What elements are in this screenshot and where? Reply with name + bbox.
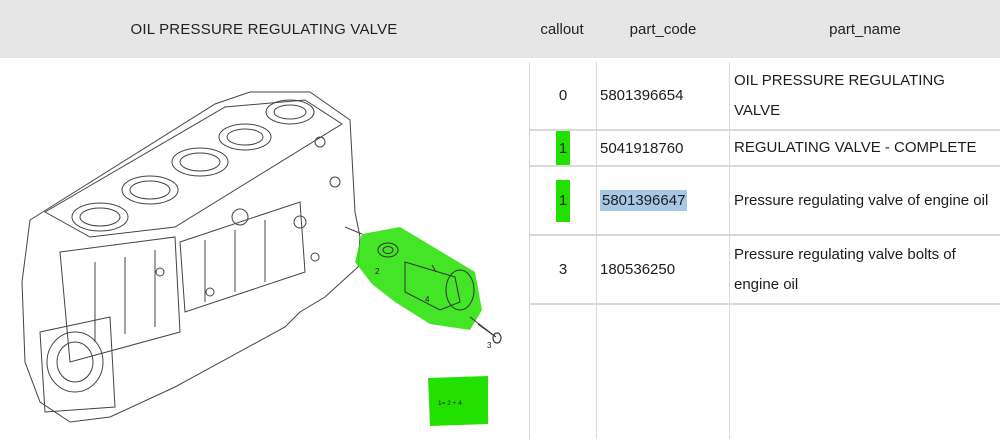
callout-highlight: 1 [556, 179, 570, 222]
assembly-legend: 1= 2 + 4 [438, 400, 462, 407]
parts-table: 0 5801396654 OIL PRESSURE REGULATING VAL… [529, 62, 1000, 439]
cell-part-code[interactable]: 5801396654 [597, 62, 730, 129]
callout-label-4[interactable]: 4 [425, 295, 430, 304]
page-title: OIL PRESSURE REGULATING VALVE [130, 20, 398, 38]
cell-part-code[interactable]: 5041918760 [597, 131, 730, 165]
table-row[interactable]: 0 5801396654 OIL PRESSURE REGULATING VAL… [530, 62, 1000, 131]
callout-label-3[interactable]: 3 [487, 341, 492, 350]
cell-part-code[interactable]: 5801396647 [597, 167, 730, 234]
table-row[interactable]: 3 180536250 Pressure regulating valve bo… [530, 236, 1000, 305]
table-row[interactable]: 1 5801396647 Pressure regulating valve o… [530, 167, 1000, 236]
cell-part-name: REGULATING VALVE - COMPLETE [734, 139, 977, 156]
callout-highlight: 1 [556, 131, 570, 165]
callout-label-2[interactable]: 2 [375, 267, 380, 276]
column-header-part-name[interactable]: part_name [730, 0, 1000, 58]
cell-callout: 3 [530, 236, 597, 303]
cell-part-name: Pressure regulating valve bolts of engin… [734, 245, 956, 293]
table-row[interactable]: 1 5041918760 REGULATING VALVE - COMPLETE [530, 131, 1000, 167]
cell-part-name: OIL PRESSURE REGULATING VALVE [734, 71, 945, 119]
selected-part-code[interactable]: 5801396647 [600, 190, 688, 211]
exploded-diagram[interactable]: 2 4 3 1= 2 + 4 [0, 62, 528, 439]
cell-callout: 0 [530, 62, 597, 129]
table-row-empty [530, 305, 1000, 439]
cell-part-code-empty [597, 305, 730, 439]
table-header: OIL PRESSURE REGULATING VALVE callout pa… [0, 0, 1000, 58]
column-header-callout[interactable]: callout [528, 0, 596, 58]
cell-part-name: Pressure regulating valve of engine oil [734, 191, 989, 209]
engine-block-drawing: 2 4 3 1= 2 + 4 [21, 91, 502, 426]
cell-callout: 1 [530, 167, 597, 234]
cell-part-name-empty [731, 305, 1000, 439]
cell-callout-empty [530, 305, 597, 439]
column-header-part-code[interactable]: part_code [596, 0, 730, 58]
cell-callout: 1 [530, 131, 597, 165]
parts-page: OIL PRESSURE REGULATING VALVE callout pa… [0, 0, 1000, 439]
cell-part-code[interactable]: 180536250 [597, 236, 730, 303]
